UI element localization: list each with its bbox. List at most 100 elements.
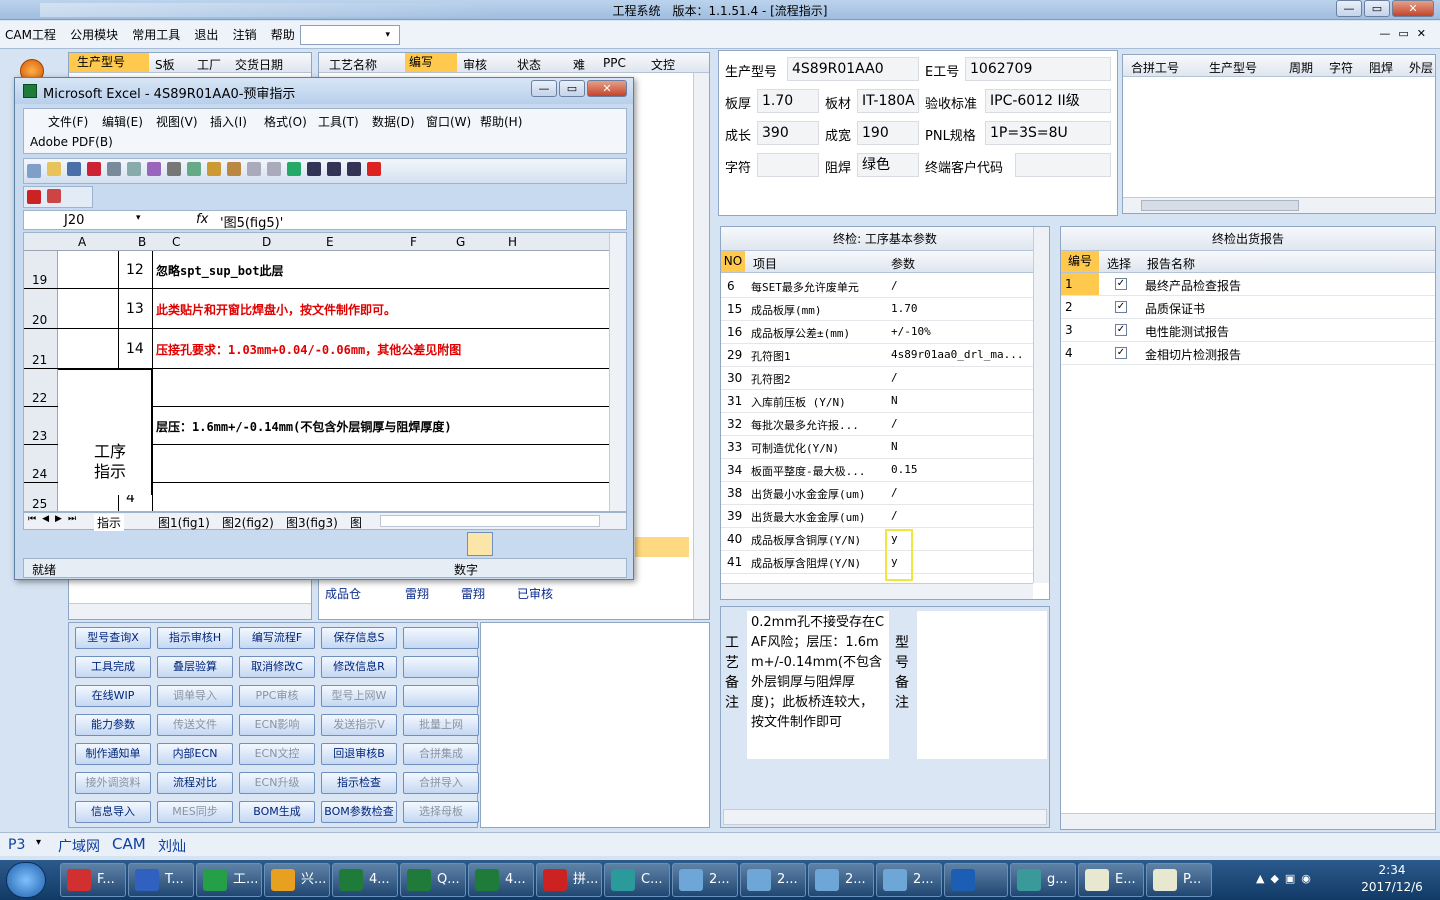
action-button[interactable]: MES同步 (157, 801, 233, 823)
material-field[interactable]: IT-180A (857, 89, 919, 113)
taskbar-item[interactable]: 2... (808, 863, 874, 897)
menu-exit[interactable]: 退出 (189, 21, 223, 49)
table-row[interactable]: 39 出货最大水金金厚(um) / (721, 505, 1033, 528)
action-button[interactable] (403, 627, 479, 649)
action-button[interactable]: 取消修改C (239, 656, 315, 678)
taskbar-item[interactable]: E... (1078, 863, 1144, 897)
table-row[interactable]: 30 孔符图2/ (721, 367, 1033, 390)
mdi-buttons[interactable]: —▭✕ (1379, 27, 1434, 40)
col-process-name[interactable]: 工艺名称 (329, 56, 377, 73)
action-button[interactable]: 合拼集成 (403, 743, 479, 765)
reports-h-scrollbar[interactable] (1061, 813, 1435, 829)
taskbar-item[interactable]: Q... (400, 863, 466, 897)
action-button[interactable]: ECN升级 (239, 772, 315, 794)
excel-menu-item[interactable]: 视图(V) (156, 113, 198, 130)
excel-restore-button[interactable]: ▭ (559, 80, 585, 97)
action-button[interactable] (403, 685, 479, 707)
action-button[interactable]: 接外调资料 (75, 772, 151, 794)
model-field[interactable]: 4S89R01AA0 (787, 57, 919, 81)
sheet-row[interactable]: 19 12 忽略spt_sup_bot此层 (24, 251, 609, 289)
formula-input[interactable]: '图5(fig5)' (220, 212, 283, 231)
menu-cam[interactable]: CAM工程 (0, 21, 61, 49)
action-button[interactable]: 选择母板 (403, 801, 479, 823)
action-button[interactable]: 叠层验算 (157, 656, 233, 678)
close-button[interactable]: ✕ (1392, 0, 1434, 17)
column-header[interactable]: G (456, 235, 465, 249)
action-button[interactable]: 指示检查 (321, 772, 397, 794)
col-status[interactable]: 状态 (517, 56, 541, 73)
action-button[interactable]: 型号上网W (321, 685, 397, 707)
pnl-field[interactable]: 1P=3S=8U (985, 121, 1111, 145)
table-row[interactable]: 4 ✓ 金相切片检测报告 (1061, 342, 1435, 365)
action-button[interactable]: BOM参数检查 (321, 801, 397, 823)
function-icon[interactable]: fx (196, 212, 208, 227)
table-row[interactable]: 3 ✓ 电性能测试报告 (1061, 319, 1435, 342)
table-row[interactable]: 32 每批次最多允许报... / (721, 413, 1033, 436)
col-writer[interactable]: 编写 (405, 53, 457, 72)
action-button[interactable] (403, 656, 479, 678)
standard-field[interactable]: IPC-6012 II级 (985, 89, 1111, 113)
taskbar-item[interactable]: 2... (740, 863, 806, 897)
sheet-v-scrollbar[interactable] (609, 233, 626, 511)
sheet-tab[interactable]: 图3(fig3) (286, 514, 338, 531)
taskbar-item[interactable]: g... (1010, 863, 1076, 897)
table-row[interactable]: 29 孔符图1 4s89r01aa0_drl_ma... (721, 344, 1033, 367)
column-header[interactable]: E (326, 235, 334, 249)
col-ppc[interactable]: PPC (603, 56, 626, 70)
action-button[interactable]: 调单导入 (157, 685, 233, 707)
taskbar-item[interactable]: 兴... (264, 863, 330, 897)
menu-common[interactable]: 公用模块 (65, 21, 123, 49)
table-row[interactable]: 40 成品板厚含铜厚(Y/N) y (721, 528, 1033, 551)
minimize-button[interactable]: — (1336, 0, 1362, 17)
table-row[interactable]: 2 ✓ 品质保证书 (1061, 296, 1435, 319)
params-v-scrollbar[interactable] (1033, 227, 1049, 583)
taskbar-item[interactable]: 拼... (536, 863, 602, 897)
menu-logout[interactable]: 注销 (228, 21, 262, 49)
taskbar-item[interactable] (944, 863, 1008, 897)
excel-minimize-button[interactable]: — (531, 80, 557, 97)
col-doc-control[interactable]: 文控 (651, 56, 675, 73)
action-button[interactable]: 指示审核H (157, 627, 233, 649)
excel-menu-item[interactable]: 窗口(W) (426, 113, 471, 130)
action-button[interactable]: ECN影响 (239, 714, 315, 736)
checkbox[interactable]: ✓ (1115, 301, 1127, 313)
sheet-row[interactable]: 21 14 压接孔要求：1.03mm+0.04/-0.06mm，其他公差见附图 (24, 329, 609, 369)
table-row[interactable]: 6 每SET最多允许废单元 / (721, 275, 1033, 298)
action-button[interactable]: PPC审核 (239, 685, 315, 707)
sheet-tab[interactable]: 图 (350, 514, 362, 531)
col-s-board[interactable]: S板 (155, 56, 175, 73)
action-button[interactable]: 制作通知单 (75, 743, 151, 765)
action-button[interactable]: BOM生成 (239, 801, 315, 823)
action-button[interactable]: 保存信息S (321, 627, 397, 649)
cell-reference[interactable]: J20 (64, 213, 84, 228)
col-reviewer[interactable]: 审核 (463, 56, 487, 73)
action-button[interactable]: ECN文控 (239, 743, 315, 765)
merge-h-scrollbar[interactable] (1123, 197, 1435, 213)
maximize-button[interactable]: ▭ (1364, 0, 1390, 17)
excel-menu-item[interactable]: 插入(I) (210, 113, 247, 130)
chevron-down-icon[interactable]: ▾ (36, 837, 41, 848)
customer-code-field[interactable] (1015, 153, 1111, 177)
action-button[interactable]: 能力参数 (75, 714, 151, 736)
taskbar-item[interactable]: C... (604, 863, 670, 897)
column-header[interactable]: D (262, 235, 271, 249)
checkbox[interactable]: ✓ (1115, 278, 1127, 290)
column-header[interactable]: H (508, 235, 517, 249)
excel-menu-item[interactable]: 格式(O) (264, 113, 307, 130)
menu-help[interactable]: 帮助 (266, 21, 300, 49)
clock[interactable]: 2:34 2017/12/6 (1350, 862, 1434, 896)
taskbar-item[interactable]: 2... (876, 863, 942, 897)
adobe-pdf-menu[interactable]: Adobe PDF(B) (30, 135, 113, 149)
col-delivery[interactable]: 交货日期 (235, 56, 283, 73)
model-remark-text[interactable] (917, 611, 1047, 759)
process-remark-text[interactable]: 0.2mm孔不接受存在CAF风险；层压：1.6mm+/-0.14mm(不包含外层… (747, 611, 889, 759)
remark-h-scrollbar[interactable] (723, 809, 1047, 825)
column-header[interactable]: F (410, 235, 417, 249)
tray-icons[interactable]: ▲◆▣◉ (1256, 872, 1317, 885)
action-button[interactable]: 流程对比 (157, 772, 233, 794)
col-factory[interactable]: 工厂 (197, 56, 221, 73)
sheet-tab[interactable]: 图2(fig2) (222, 514, 274, 531)
taskbar-item[interactable]: F... (60, 863, 126, 897)
sheet-tab[interactable]: 指示 (94, 514, 125, 531)
col-model[interactable]: 生产型号 (69, 53, 149, 72)
